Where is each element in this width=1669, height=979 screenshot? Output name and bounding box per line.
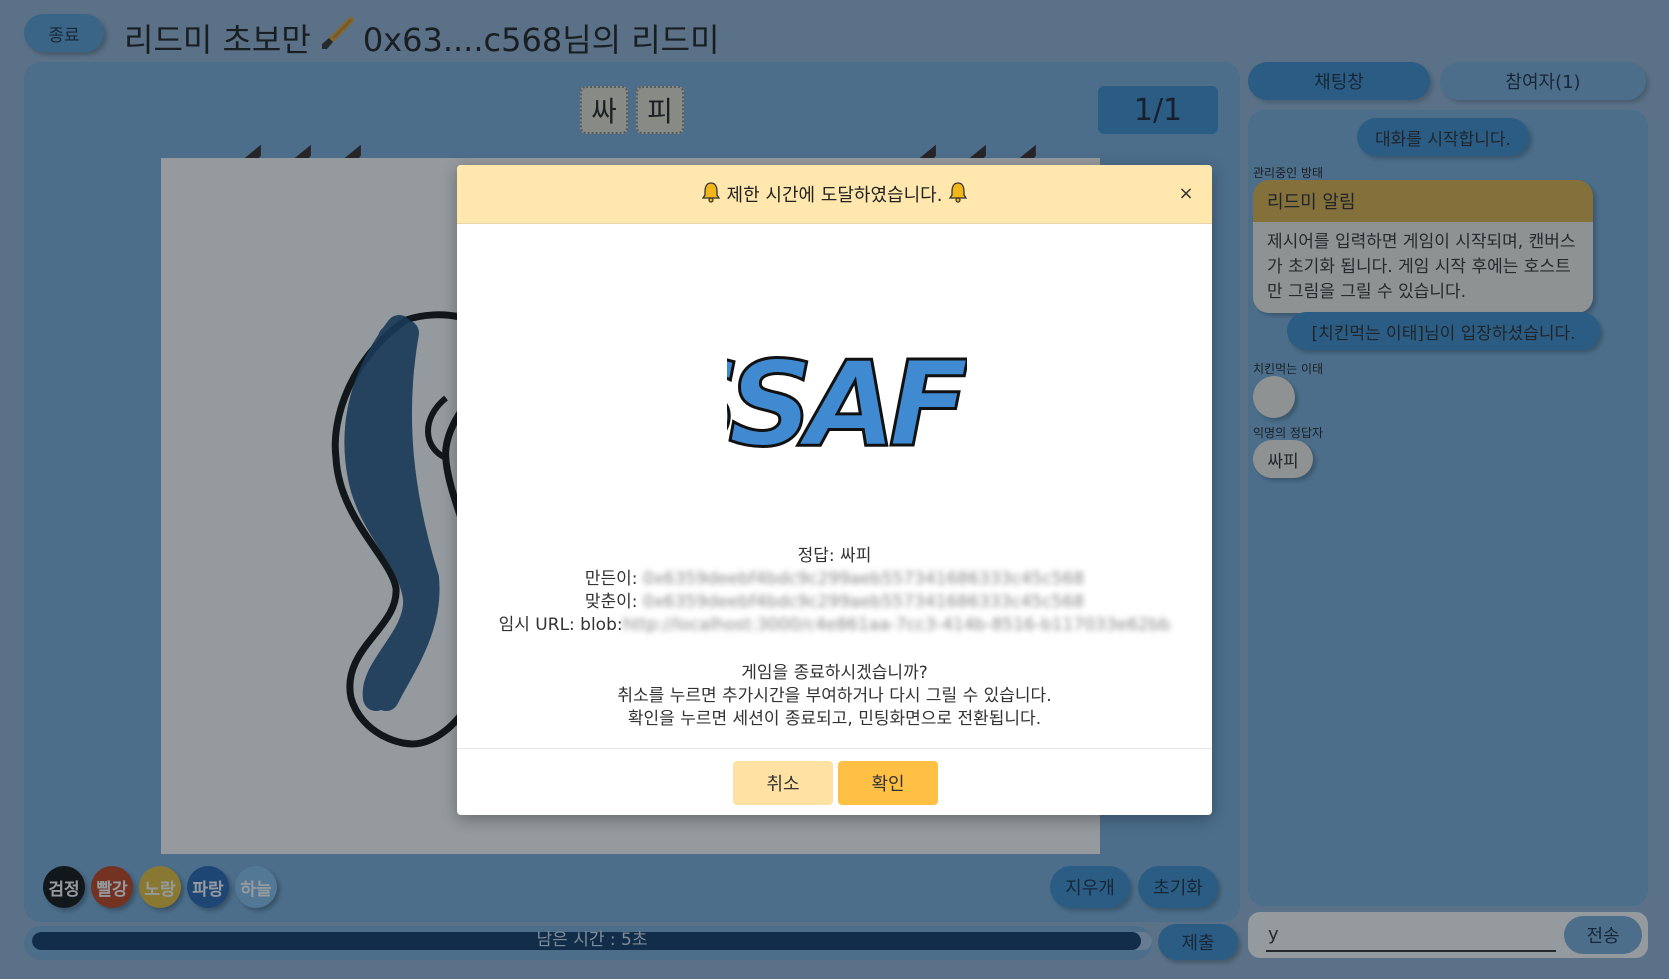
time-limit-modal: 제한 시간에 도달하였습니다. × SSAFY 정답: 싸피 만든이: 0x63… bbox=[457, 165, 1212, 815]
modal-title: 제한 시간에 도달하였습니다. bbox=[726, 185, 943, 206]
ssafy-drawing: SSAFY bbox=[727, 334, 967, 475]
solver-line: 맞춘이: 0x6359deebf4bdc9c299aeb557341686333… bbox=[584, 592, 1085, 612]
close-icon[interactable]: × bbox=[1174, 181, 1198, 205]
modal-divider bbox=[457, 748, 1212, 749]
answer-line: 정답: 싸피 bbox=[797, 546, 872, 566]
message-line-3: 확인을 누르면 세션이 종료되고, 민팅화면으로 전환됩니다. bbox=[627, 709, 1042, 729]
result-info: 정답: 싸피 만든이: 0x6359deebf4bdc9c299aeb55734… bbox=[457, 545, 1212, 637]
confirm-button[interactable]: 확인 bbox=[838, 761, 938, 805]
message-line-2: 취소를 누르면 추가시간을 부여하거나 다시 그릴 수 있습니다. bbox=[617, 686, 1052, 706]
url-line: 임시 URL: blob:http://localhost:3000/c4e86… bbox=[498, 615, 1171, 635]
modal-header: 제한 시간에 도달하였습니다. bbox=[457, 165, 1212, 224]
solver-address: 0x6359deebf4bdc9c299aeb557341686333c45c5… bbox=[642, 592, 1085, 612]
temp-url: http://localhost:3000/c4e861aa-7cc3-414b… bbox=[622, 615, 1171, 635]
cancel-button[interactable]: 취소 bbox=[733, 761, 833, 805]
maker-line: 만든이: 0x6359deebf4bdc9c299aeb557341686333… bbox=[584, 569, 1085, 589]
maker-address: 0x6359deebf4bdc9c299aeb557341686333c45c5… bbox=[642, 569, 1085, 589]
confirm-message: 게임을 종료하시겠습니까? 취소를 누르면 추가시간을 부여하거나 다시 그릴 … bbox=[457, 662, 1212, 731]
bell-icon bbox=[701, 181, 721, 208]
drawing-preview: SSAFY bbox=[727, 305, 967, 485]
message-line-1: 게임을 종료하시겠습니까? bbox=[741, 663, 928, 683]
bell-icon bbox=[948, 181, 968, 208]
ssafy-drawing-text: SSAFY bbox=[727, 335, 967, 473]
